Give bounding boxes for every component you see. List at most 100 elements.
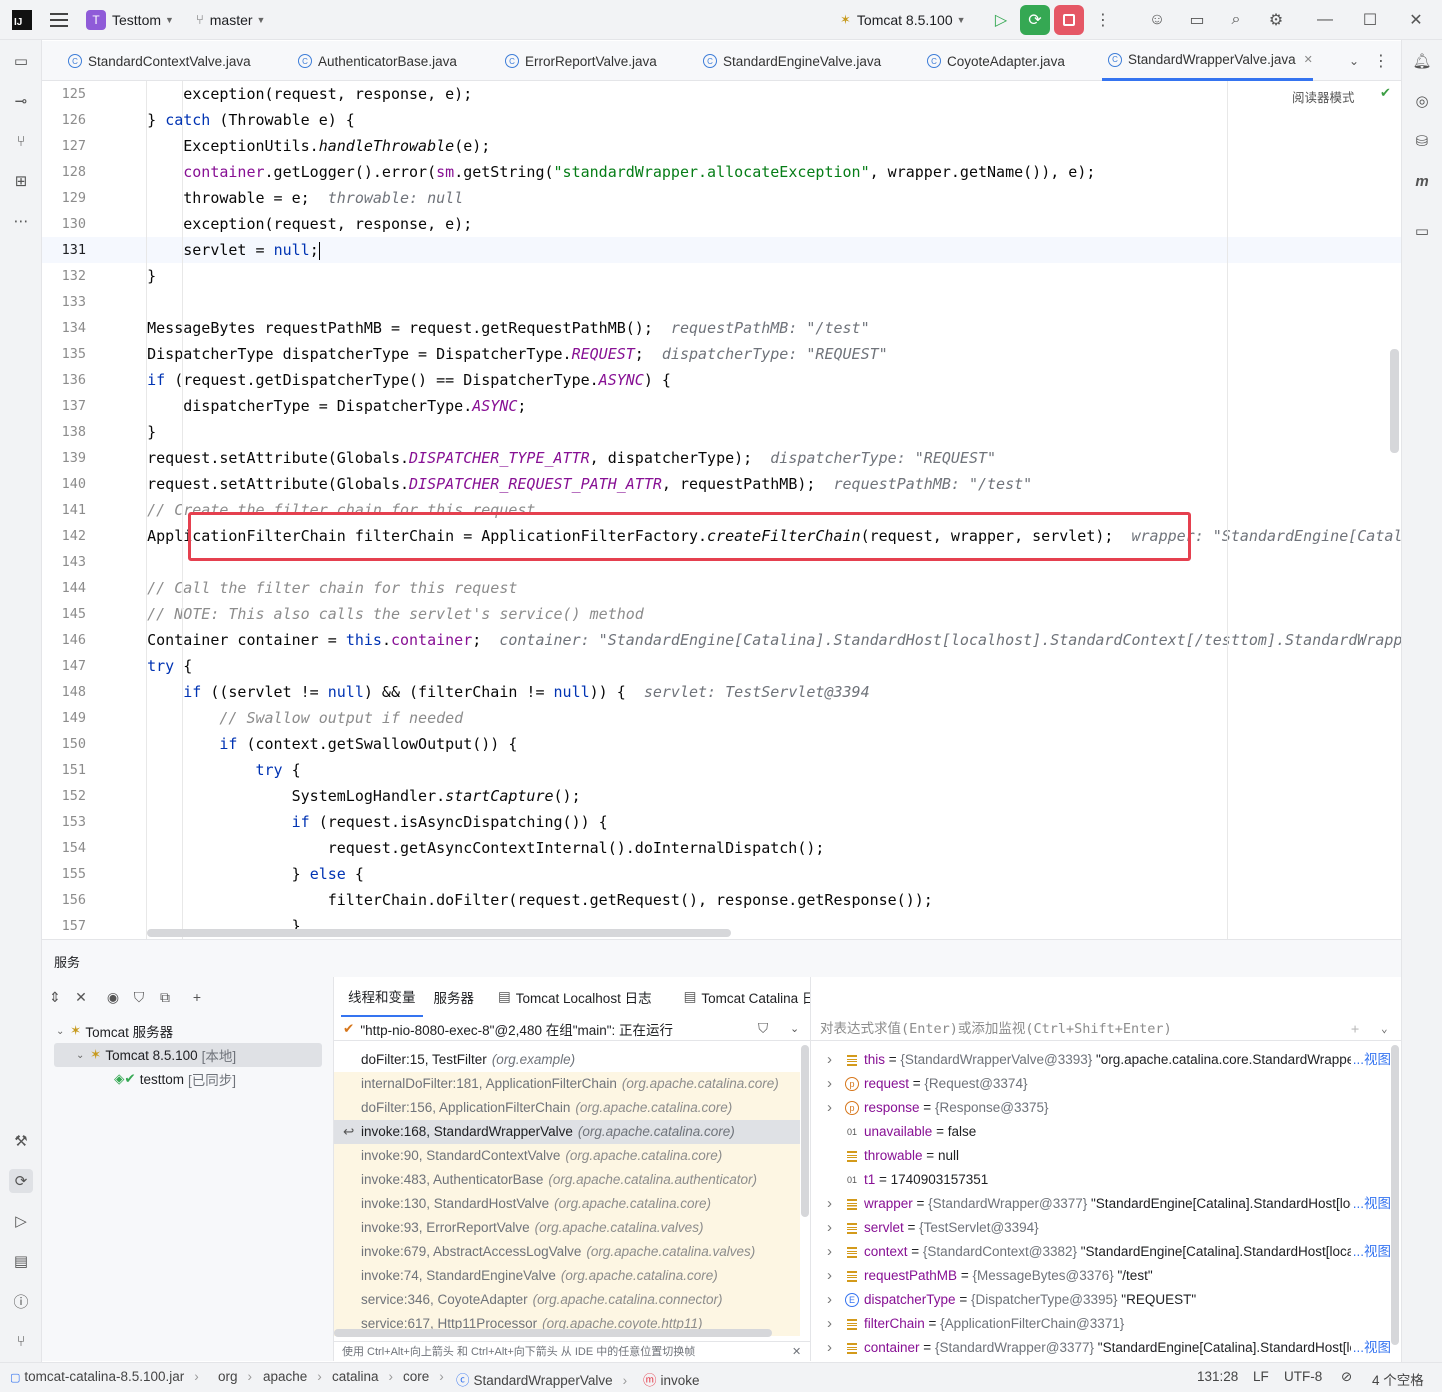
code-line[interactable]: 137 dispatcherType = DispatcherType.ASYN… [42, 393, 1401, 419]
chevron-right-icon[interactable]: › [827, 1240, 832, 1264]
maximize-icon[interactable]: ☐ [1355, 5, 1385, 35]
collapse-all-icon[interactable]: ✕ [68, 989, 94, 1006]
code-line[interactable]: 132 } [42, 263, 1401, 289]
variable-row[interactable]: › context = {StandardContext@3382} "Stand… [811, 1240, 1391, 1264]
notifications-icon[interactable]: 🔔︎ [1410, 49, 1434, 73]
ai-assistant-icon[interactable]: ◎ [1410, 89, 1434, 113]
view-link[interactable]: ...视图 [1350, 1336, 1391, 1360]
line-number[interactable]: 134 [42, 315, 86, 341]
line-number[interactable]: 130 [42, 211, 86, 237]
code-line[interactable]: 129 throwable = e; throwable: null [42, 185, 1401, 211]
line-number[interactable]: 128 [42, 159, 86, 185]
line-number[interactable]: 126 [42, 107, 86, 133]
services-icon[interactable]: ⟳ [9, 1169, 33, 1193]
variable-row[interactable]: › p request = {Request@3374} [811, 1072, 1391, 1096]
code-line[interactable]: 126 } catch (Throwable e) { [42, 107, 1401, 133]
line-number[interactable]: 149 [42, 705, 86, 731]
code-line[interactable]: 144 // Call the filter chain for this re… [42, 575, 1401, 601]
code-line[interactable]: 152 SystemLogHandler.startCapture(); [42, 783, 1401, 809]
thread-selector[interactable]: ✔ "http-nio-8080-exec-8"@2,480 在组"main":… [334, 1017, 810, 1041]
line-number[interactable]: 129 [42, 185, 86, 211]
database-icon[interactable]: ⛁ [1410, 129, 1434, 153]
caret-position[interactable]: 131:28 [1197, 1369, 1238, 1384]
view-options-icon[interactable]: ◉ [100, 989, 126, 1006]
breadcrumb-item[interactable]: apache › [263, 1369, 322, 1384]
breadcrumb-item[interactable]: ▢ tomcat-catalina-8.5.100.jar › [10, 1369, 199, 1384]
horizontal-scrollbar[interactable] [147, 929, 731, 937]
code-line[interactable]: 127 ExceptionUtils.handleThrowable(e); [42, 133, 1401, 159]
tree-node-artifact[interactable]: ◈✔ testtom [已同步] [114, 1067, 236, 1091]
reader-mode-toggle[interactable]: 阅读器模式 [1292, 87, 1355, 106]
line-number[interactable]: 151 [42, 757, 86, 783]
view-link[interactable]: ...视图 [1350, 1048, 1391, 1072]
new-tab-icon[interactable]: ⧉ [152, 989, 178, 1006]
app-logo-icon[interactable]: IJ [12, 9, 32, 30]
file-encoding[interactable]: UTF-8 [1284, 1369, 1322, 1384]
tree-node-tomcat-servers[interactable]: ⌄ ✶ Tomcat 服务器 [56, 1019, 173, 1043]
stack-frame[interactable]: doFilter:15, TestFilter (org.example) [334, 1048, 800, 1072]
line-number[interactable]: 144 [42, 575, 86, 601]
line-number[interactable]: 150 [42, 731, 86, 757]
add-user-icon[interactable]: ☺ [1142, 5, 1172, 35]
project-folder-icon[interactable]: ▭ [9, 49, 33, 73]
resume-icon[interactable]: ▷ [986, 5, 1016, 35]
code-line[interactable]: 153 if (request.isAsyncDispatching()) { [42, 809, 1401, 835]
chevron-right-icon[interactable]: › [827, 1336, 832, 1360]
code-line[interactable]: 146 Container container = this.container… [42, 627, 1401, 653]
breadcrumb-item[interactable]: catalina › [332, 1369, 393, 1384]
branch-selector[interactable]: ⑂ master ▼ [196, 0, 266, 40]
code-line[interactable]: 156 filterChain.doFilter(request.getRequ… [42, 887, 1401, 913]
code-line[interactable]: 133 [42, 289, 1401, 315]
editor-tab[interactable]: C AuthenticatorBase.java [298, 41, 457, 81]
vertical-scrollbar[interactable] [1390, 349, 1399, 453]
chevron-right-icon[interactable]: › [827, 1288, 832, 1312]
chevron-right-icon[interactable]: › [827, 1216, 832, 1240]
close-tab-icon[interactable]: ✕ [1304, 53, 1313, 66]
minimize-icon[interactable]: — [1310, 5, 1340, 35]
stack-frame[interactable]: invoke:130, StandardHostValve (org.apache… [334, 1192, 800, 1216]
settings-gear-icon[interactable]: ⚙ [1261, 5, 1291, 35]
line-number[interactable]: 125 [42, 81, 86, 107]
line-number[interactable]: 147 [42, 653, 86, 679]
line-number[interactable]: 141 [42, 497, 86, 523]
add-watch-icon[interactable]: + [1351, 1017, 1359, 1041]
view-link[interactable]: ...视图 [1350, 1192, 1391, 1216]
code-line[interactable]: 135 DispatcherType dispatcherType = Disp… [42, 341, 1401, 367]
variable-row[interactable]: 01 unavailable = false [811, 1120, 1391, 1144]
tabs-more-icon[interactable]: ⋮ [1366, 46, 1396, 76]
line-number[interactable]: 145 [42, 601, 86, 627]
editor-tab[interactable]: C StandardEngineValve.java [703, 41, 881, 81]
close-icon[interactable]: ✕ [1401, 5, 1431, 35]
line-number[interactable]: 152 [42, 783, 86, 809]
code-line[interactable]: 155 } else { [42, 861, 1401, 887]
line-number[interactable]: 138 [42, 419, 86, 445]
tabs-dropdown-icon[interactable]: ⌄ [1339, 46, 1369, 76]
chevron-right-icon[interactable]: › [827, 1096, 832, 1120]
code-line[interactable]: 136 if (request.getDispatcherType() == D… [42, 367, 1401, 393]
chevron-down-icon[interactable]: ⌄ [790, 1022, 799, 1035]
line-number[interactable]: 137 [42, 393, 86, 419]
code-line[interactable]: 138 } [42, 419, 1401, 445]
chevron-down-icon[interactable]: ⌄ [1381, 1017, 1388, 1041]
breadcrumb-item[interactable]: ⓒ StandardWrapperValve › [456, 1369, 627, 1389]
editor-tab[interactable]: C CoyoteAdapter.java [927, 41, 1065, 81]
git-icon[interactable]: ⑂ [9, 1329, 33, 1353]
line-number[interactable]: 153 [42, 809, 86, 835]
line-number[interactable]: 157 [42, 913, 86, 939]
terminal-icon[interactable]: ▤ [9, 1249, 33, 1273]
main-menu-icon[interactable] [50, 12, 68, 27]
variable-row[interactable]: › p response = {Response@3375} [811, 1096, 1391, 1120]
line-number[interactable]: 133 [42, 289, 86, 315]
line-number[interactable]: 131 [42, 237, 86, 263]
code-line[interactable]: 125 exception(request, response, e); [42, 81, 1401, 107]
variable-row[interactable]: › this = {StandardWrapperValve@3393} "org… [811, 1048, 1391, 1072]
stack-frame[interactable]: invoke:93, ErrorReportValve (org.apache.c… [334, 1216, 800, 1240]
add-service-icon[interactable]: + [184, 989, 210, 1005]
close-hint-icon[interactable]: ✕ [792, 1342, 801, 1362]
stack-frame[interactable]: service:346, CoyoteAdapter (org.apache.ca… [334, 1288, 800, 1312]
run-config-selector[interactable]: ✶ Tomcat 8.5.100 ▼ [840, 0, 966, 40]
chevron-right-icon[interactable]: › [827, 1048, 832, 1072]
readonly-icon[interactable]: ⊘ [1341, 1369, 1352, 1385]
variable-row[interactable]: › wrapper = {StandardWrapper@3377} "Stand… [811, 1192, 1391, 1216]
breadcrumb-item[interactable]: org › [218, 1369, 252, 1384]
